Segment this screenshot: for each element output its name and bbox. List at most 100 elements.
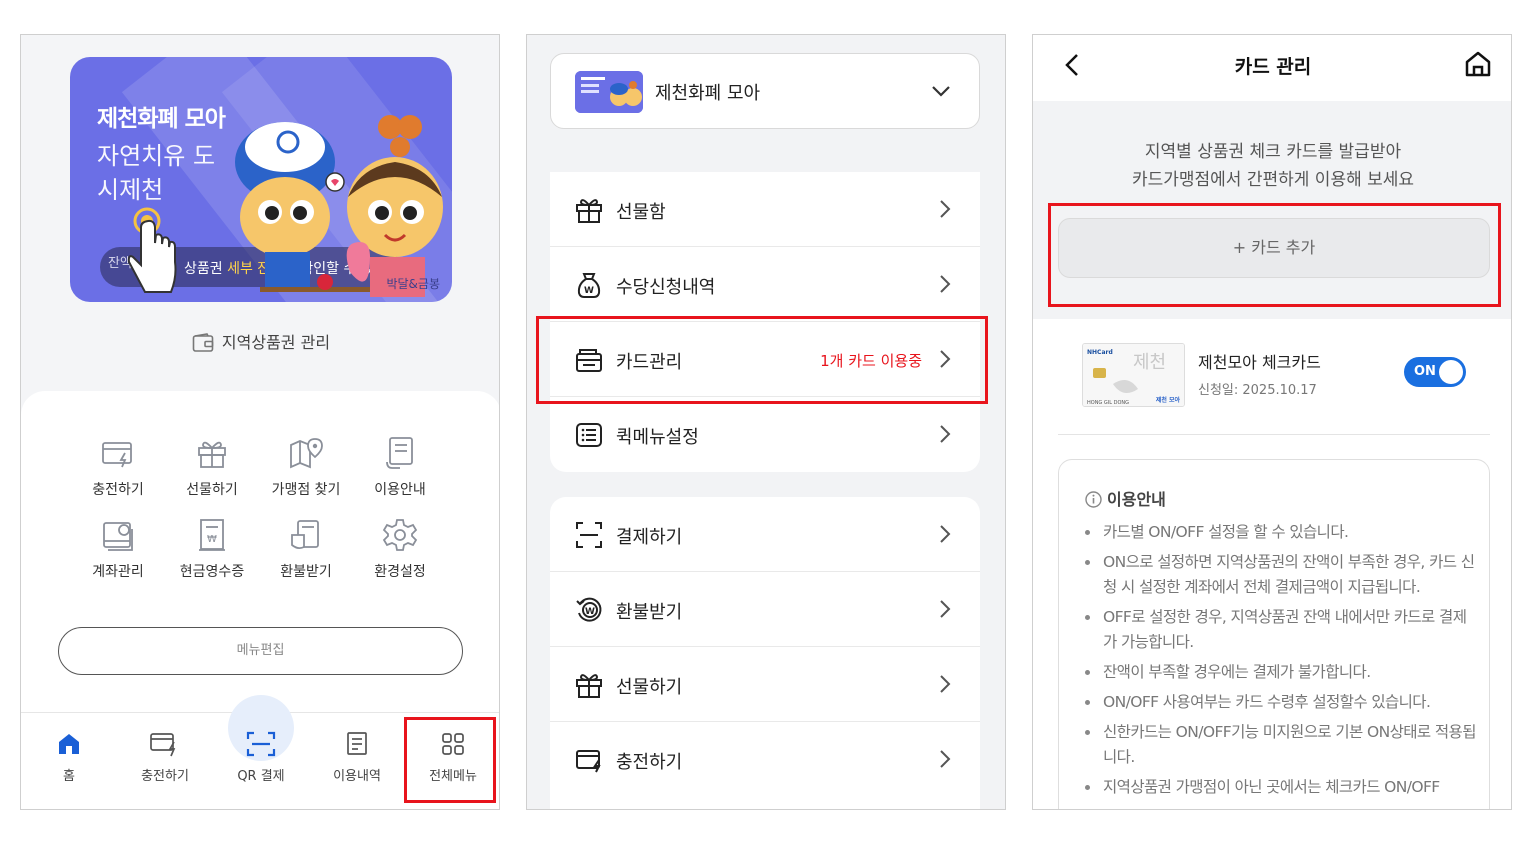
home-icon <box>59 734 79 754</box>
card-list-item: NHCard 제천 HONG GIL DONG 제천 모아 제천모아 체크카드 … <box>1058 331 1490 435</box>
menu-item-label: 환불받기 <box>280 564 332 580</box>
region-voucher-management-label: 지역상품권 관리 <box>221 333 331 352</box>
menu-row-charge[interactable]: 충전하기 <box>550 722 980 797</box>
refund-circle-icon: W <box>576 597 602 622</box>
svg-text:NHCard: NHCard <box>1087 349 1113 356</box>
refund-icon <box>291 520 319 550</box>
chevron-right-icon <box>940 200 951 218</box>
chevron-right-icon <box>940 425 951 443</box>
chevron-right-icon <box>940 750 951 768</box>
menu-item-gift[interactable]: 선물하기 <box>165 435 259 499</box>
gift-box-icon <box>576 199 602 223</box>
guide-document-icon <box>386 437 413 469</box>
menu-row-label: 퀵메뉴설정 <box>616 427 699 448</box>
nav-home[interactable]: 홈 <box>21 731 117 784</box>
menu-row-label: 선물함 <box>616 202 666 223</box>
wallet-icon <box>192 333 214 352</box>
gear-icon <box>382 519 418 551</box>
voucher-selector-dropdown[interactable]: 제천화폐 모아 <box>550 53 980 129</box>
menu-item-label: 계좌관리 <box>92 564 144 580</box>
usage-guide-item: ON으로 설정하면 지역상품권의 잔액이 부족한 경우, 카드 신청 시 설정한… <box>1079 550 1479 600</box>
menu-item-label: 현금영수증 <box>179 564 245 580</box>
menu-item-label: 선물하기 <box>186 482 238 498</box>
usage-guide-item: 카드별 ON/OFF 설정을 할 수 있습니다. <box>1079 520 1479 545</box>
scan-frame-icon <box>576 522 602 548</box>
menu-item-label: 환경설정 <box>374 564 426 580</box>
menu-row-gift-box[interactable]: 선물함 <box>550 172 980 247</box>
menu-row-quick-menu-settings[interactable]: 퀵메뉴설정 <box>550 397 980 472</box>
menu-item-label: 충전하기 <box>92 482 144 498</box>
history-icon <box>347 732 367 755</box>
chevron-down-icon <box>932 86 950 97</box>
menu-row-label: 선물하기 <box>616 677 683 698</box>
usage-guide-item: ON/OFF 사용여부는 카드 수령후 설정할수 있습니다. <box>1079 690 1479 715</box>
menu-row-label: 환불받기 <box>616 602 683 623</box>
menu-list-group-2: 결제하기 W 환불받기 선물하기 충전하기 <box>550 497 980 809</box>
info-icon <box>1085 491 1102 508</box>
nav-label: 홈 <box>63 769 75 784</box>
page-title: 카드 관리 <box>1234 56 1312 78</box>
menu-edit-button[interactable]: 메뉴편집 <box>58 627 463 675</box>
nav-label: 이용내역 <box>333 769 381 784</box>
banner-title: 제천화폐 모아 <box>97 106 226 132</box>
quick-menu-grid: 충전하기 선물하기 가맹점 찾기 이용안내 계좌관리 ₩ 현금영수증 환불받기 … <box>71 435 451 581</box>
nav-qr-pay[interactable]: QR 결제 <box>213 731 309 784</box>
home-screen: 제천화폐 모아 자연치유 도시제천 잔액 상품권 세부 잔액을 확인할 수 있어… <box>20 34 500 810</box>
svg-text:₩: ₩ <box>207 534 217 545</box>
mascot-characters-image <box>235 115 443 297</box>
menu-item-cash-receipt[interactable]: ₩ 현금영수증 <box>165 517 259 581</box>
menu-row-gift[interactable]: 선물하기 <box>550 647 980 722</box>
svg-text:제천: 제천 <box>1133 352 1166 373</box>
toggle-knob <box>1439 360 1463 384</box>
highlight-box <box>536 316 988 404</box>
chevron-right-icon <box>940 525 951 543</box>
menu-item-settings[interactable]: 환경설정 <box>353 517 447 581</box>
nav-charge[interactable]: 충전하기 <box>117 731 213 784</box>
usage-guide-box: 이용안내 카드별 ON/OFF 설정을 할 수 있습니다. ON으로 설정하면 … <box>1058 459 1490 809</box>
menu-row-pay[interactable]: 결제하기 <box>550 497 980 572</box>
map-pin-icon <box>290 438 323 469</box>
region-voucher-management-link[interactable]: 지역상품권 관리 <box>21 329 499 353</box>
menu-row-label: 결제하기 <box>616 527 683 548</box>
promo-banner[interactable]: 제천화폐 모아 자연치유 도시제천 잔액 상품권 세부 잔액을 확인할 수 있어… <box>70 57 452 302</box>
usage-guide-list: 카드별 ON/OFF 설정을 할 수 있습니다. ON으로 설정하면 지역상품권… <box>1079 520 1479 805</box>
menu-item-charge[interactable]: 충전하기 <box>71 435 165 499</box>
svg-text:W: W <box>584 286 594 296</box>
gift-icon <box>198 441 226 468</box>
banner-credit: 박달&금봉 <box>386 277 440 291</box>
menu-item-refund[interactable]: 환불받기 <box>259 517 353 581</box>
usage-guide-item: 신한카드는 ON/OFF기능 미지원으로 기본 ON상태로 적용됩니다. <box>1079 720 1479 770</box>
nav-label: QR 결제 <box>237 769 285 784</box>
voucher-selector-title: 제천화폐 모아 <box>655 83 761 104</box>
all-menu-screen: 제천화폐 모아 선물함 W 수당신청내역 카드관리 1개 카드 이용중 퀵메뉴설… <box>526 34 1006 810</box>
home-icon[interactable] <box>1463 49 1493 79</box>
check-card-image: NHCard 제천 HONG GIL DONG 제천 모아 <box>1082 343 1185 407</box>
svg-text:W: W <box>585 607 595 617</box>
charge-card-icon <box>150 733 176 757</box>
receipt-icon: ₩ <box>199 519 225 551</box>
menu-item-account[interactable]: 계좌관리 <box>71 517 165 581</box>
money-bag-icon: W <box>577 273 601 298</box>
menu-item-label: 가맹점 찾기 <box>271 482 341 498</box>
charge-card-icon <box>102 442 132 468</box>
banner-slogan: 자연치유 도시제천 <box>97 142 216 204</box>
menu-row-refund[interactable]: W 환불받기 <box>550 572 980 647</box>
charge-card-icon <box>576 750 601 773</box>
menu-row-allowance-history[interactable]: W 수당신청내역 <box>550 247 980 322</box>
toggle-label: ON <box>1414 364 1436 379</box>
menu-item-find-store[interactable]: 가맹점 찾기 <box>259 435 353 499</box>
usage-guide-title: 이용안내 <box>1085 486 1166 510</box>
usage-guide-item: OFF로 설정한 경우, 지역상품권 잔액 내에서만 카드로 결제가 가능합니다… <box>1079 605 1479 655</box>
chevron-right-icon <box>940 275 951 293</box>
voucher-thumbnail-image <box>575 71 643 113</box>
add-card-message: 지역별 상품권 체크 카드를 발급받아 카드가맹점에서 간편하게 이용해 보세요 <box>1131 142 1415 190</box>
usage-guide-item: 지역상품권 가맹점이 아닌 곳에서는 체크카드 ON/OFF <box>1079 775 1479 800</box>
card-on-off-toggle[interactable]: ON <box>1404 357 1466 387</box>
highlight-box <box>404 717 496 803</box>
chevron-right-icon <box>940 600 951 618</box>
menu-row-label: 충전하기 <box>616 752 683 773</box>
nav-history[interactable]: 이용내역 <box>309 731 405 784</box>
gift-icon <box>576 674 602 698</box>
menu-item-guide[interactable]: 이용안내 <box>353 435 447 499</box>
svg-text:제천 모아: 제천 모아 <box>1156 396 1181 404</box>
